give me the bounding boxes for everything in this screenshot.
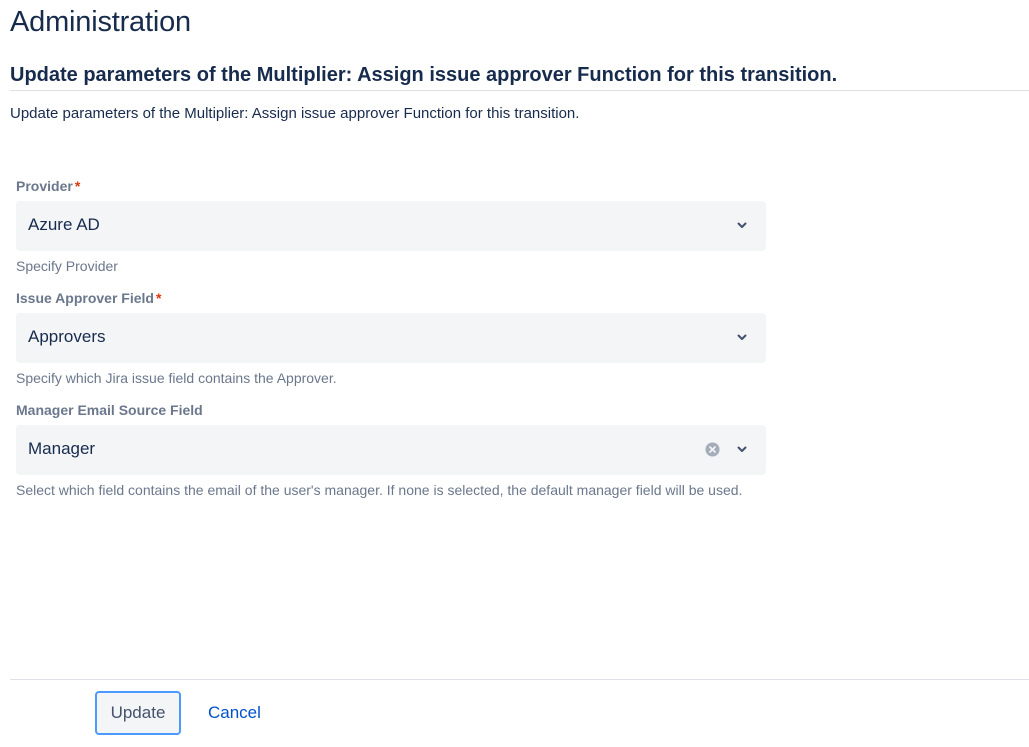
- page-description: Update parameters of the Multiplier: Ass…: [10, 105, 580, 122]
- page-title: Administration: [10, 6, 191, 38]
- manager-email-source-field-select-value: Manager: [28, 439, 96, 458]
- chevron-down-icon[interactable]: [736, 331, 748, 343]
- manager-email-source-field-help-text: Select which field contains the email of…: [16, 482, 743, 498]
- footer-divider: [10, 679, 1029, 680]
- issue-approver-field-select[interactable]: Approvers: [16, 313, 766, 363]
- provider-label-text: Provider: [16, 178, 73, 194]
- section-heading: Update parameters of the Multiplier: Ass…: [10, 64, 838, 86]
- provider-select-value: Azure AD: [28, 215, 100, 234]
- provider-label: Provider *: [16, 178, 80, 194]
- issue-approver-field-label: Issue Approver Field *: [16, 290, 161, 306]
- clear-icon[interactable]: [705, 442, 720, 457]
- issue-approver-field-help-text: Specify which Jira issue field contains …: [16, 370, 337, 386]
- required-asterisk: *: [74, 178, 81, 194]
- manager-email-source-field-select[interactable]: Manager: [16, 425, 766, 475]
- chevron-down-icon[interactable]: [736, 443, 748, 455]
- issue-approver-field-label-text: Issue Approver Field: [16, 290, 154, 306]
- manager-email-source-field-label: Manager Email Source Field: [16, 402, 203, 418]
- chevron-down-icon[interactable]: [736, 219, 748, 231]
- issue-approver-field-select-value: Approvers: [28, 327, 106, 346]
- provider-select[interactable]: Azure AD: [16, 201, 766, 251]
- manager-email-source-field-label-text: Manager Email Source Field: [16, 402, 203, 418]
- provider-help-text: Specify Provider: [16, 258, 118, 274]
- required-asterisk: *: [155, 290, 162, 306]
- update-button[interactable]: Update: [95, 691, 181, 735]
- heading-divider: [10, 90, 1029, 91]
- cancel-link[interactable]: Cancel: [208, 703, 261, 723]
